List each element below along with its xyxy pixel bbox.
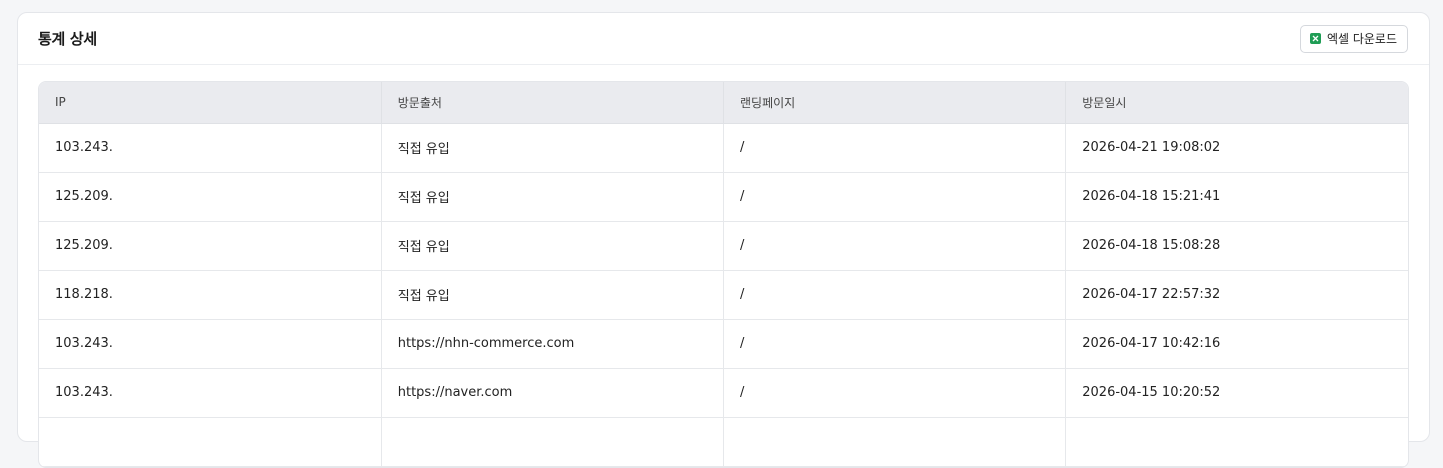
cell-landing-page: / [723, 221, 1067, 271]
cell-ip: 103.243. [39, 123, 382, 173]
cell-referrer: 직접 유입 [381, 221, 725, 271]
table-row: 103.243. 직접 유입 / 2026-04-21 19:08:02 [39, 123, 1408, 173]
cell-referrer: 직접 유입 [381, 270, 725, 320]
table-row: 103.243. https://nhn-commerce.com / 2026… [39, 319, 1408, 369]
cell-landing-page: / [723, 319, 1067, 369]
stats-detail-card: 통계 상세 엑셀 다운로드 IP 방문출처 랜딩페이지 방문일시 103.243… [17, 12, 1430, 468]
cell-ip: 125.209. [39, 221, 382, 271]
stats-table: IP 방문출처 랜딩페이지 방문일시 103.243. 직접 유입 / 2026… [39, 82, 1408, 467]
cell-referrer [381, 417, 725, 467]
table-row: 103.243. https://naver.com / 2026-04-15 … [39, 368, 1408, 418]
cell-referrer: https://nhn-commerce.com [381, 319, 725, 369]
cell-visit-datetime: 2026-04-18 15:08:28 [1065, 221, 1408, 271]
table-row: 125.209. 직접 유입 / 2026-04-18 15:21:41 [39, 172, 1408, 222]
table-row: 125.209. 직접 유입 / 2026-04-18 15:08:28 [39, 221, 1408, 271]
card-title: 통계 상세 [38, 30, 97, 48]
cell-landing-page: / [723, 368, 1067, 418]
cell-landing-page: / [723, 270, 1067, 320]
column-header-ip: IP [39, 82, 382, 124]
cell-ip: 103.243. [39, 319, 382, 369]
table-row [39, 417, 1408, 467]
cell-visit-datetime: 2026-04-17 22:57:32 [1065, 270, 1408, 320]
cell-visit-datetime: 2026-04-18 15:21:41 [1065, 172, 1408, 222]
table-row: 118.218. 직접 유입 / 2026-04-17 22:57:32 [39, 270, 1408, 320]
cell-landing-page: / [723, 123, 1067, 173]
excel-download-label: 엑셀 다운로드 [1326, 32, 1397, 46]
cell-referrer: 직접 유입 [381, 123, 725, 173]
cell-visit-datetime [1065, 417, 1408, 467]
column-header-landing-page: 랜딩페이지 [723, 82, 1067, 124]
cell-visit-datetime: 2026-04-15 10:20:52 [1065, 368, 1408, 418]
cell-visit-datetime: 2026-04-21 19:08:02 [1065, 123, 1408, 173]
cell-landing-page [723, 417, 1067, 467]
excel-file-icon [1309, 33, 1321, 44]
cell-ip [39, 417, 382, 467]
cell-landing-page: / [723, 172, 1067, 222]
cell-ip: 103.243. [39, 368, 382, 418]
column-header-visit-datetime: 방문일시 [1065, 82, 1408, 124]
cell-ip: 118.218. [39, 270, 382, 320]
column-header-referrer: 방문출처 [381, 82, 725, 124]
table-header-row: IP 방문출처 랜딩페이지 방문일시 [39, 82, 1408, 124]
card-header: 통계 상세 엑셀 다운로드 [18, 13, 1429, 65]
cell-visit-datetime: 2026-04-17 10:42:16 [1065, 319, 1408, 369]
stats-table-container: IP 방문출처 랜딩페이지 방문일시 103.243. 직접 유입 / 2026… [38, 81, 1409, 468]
cell-referrer: 직접 유입 [381, 172, 725, 222]
cell-referrer: https://naver.com [381, 368, 725, 418]
cell-ip: 125.209. [39, 172, 382, 222]
excel-download-button[interactable]: 엑셀 다운로드 [1299, 24, 1408, 53]
